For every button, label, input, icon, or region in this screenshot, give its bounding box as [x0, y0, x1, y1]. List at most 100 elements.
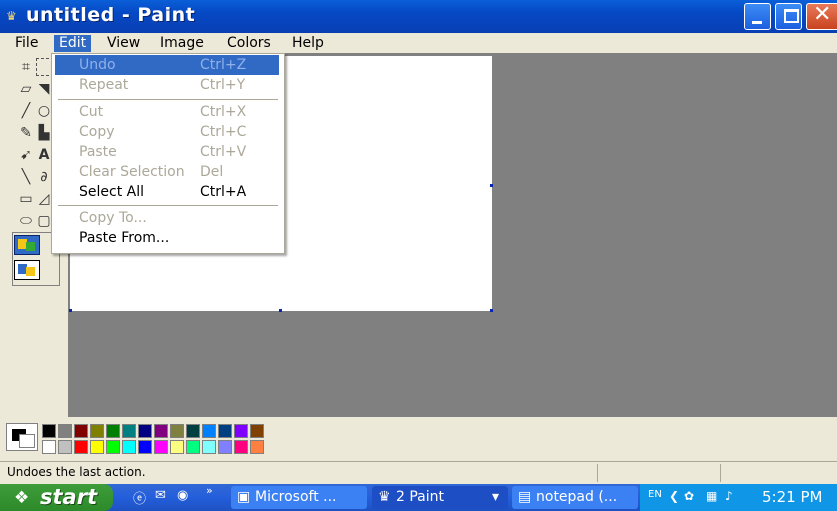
menu-view[interactable]: View [102, 35, 145, 52]
menu-item-copy-to[interactable]: Copy To... [55, 208, 279, 228]
color-swatch[interactable] [218, 424, 232, 438]
network-icon[interactable]: ✿ [684, 489, 694, 503]
close-button[interactable]: ✕ [806, 2, 837, 30]
clock[interactable]: 5:21 PM [762, 484, 822, 511]
polygon-icon[interactable]: ◿ [36, 190, 52, 208]
menu-item-shortcut: Ctrl+A [200, 184, 247, 200]
task-label: 2 Paint [396, 489, 445, 505]
outlook-express-icon[interactable]: ✉ [155, 488, 166, 503]
menu-item-label: Clear Selection [79, 164, 185, 180]
menu-help[interactable]: Help [287, 35, 329, 52]
eraser-icon[interactable]: ▱ [18, 80, 34, 98]
resize-handle-right[interactable] [490, 184, 493, 187]
color-swatch[interactable] [138, 424, 152, 438]
brush-icon[interactable]: ▙ [36, 124, 52, 142]
restore-icon [784, 9, 799, 23]
color-swatch[interactable] [234, 424, 248, 438]
minimize-button[interactable] [744, 3, 771, 30]
text-icon[interactable]: A [36, 146, 52, 164]
color-swatch[interactable] [122, 424, 136, 438]
curve-icon[interactable]: ∂ [36, 168, 52, 186]
line-icon[interactable]: ╲ [18, 168, 34, 186]
pick-color-icon[interactable]: ╱ [18, 102, 34, 120]
free-form-select-icon[interactable]: ⌗ [18, 58, 34, 76]
color-swatch[interactable] [250, 440, 264, 454]
ie-icon[interactable]: ⓔ [133, 488, 146, 507]
menu-item-paste-from[interactable]: Paste From... [55, 228, 279, 248]
color-swatch[interactable] [106, 440, 120, 454]
menu-separator [58, 99, 278, 100]
volume-icon[interactable]: ♪ [725, 489, 733, 503]
menu-item-label: Cut [79, 104, 104, 120]
menu-image[interactable]: Image [155, 35, 209, 52]
menu-colors[interactable]: Colors [222, 35, 276, 52]
color-swatch[interactable] [90, 424, 104, 438]
menu-item-copy[interactable]: Copy Ctrl+C [55, 122, 279, 142]
airbrush-icon[interactable]: ➹ [18, 146, 34, 164]
menu-item-shortcut: Ctrl+V [200, 144, 247, 160]
menu-item-shortcut: Ctrl+C [200, 124, 247, 140]
color-swatch[interactable] [74, 424, 88, 438]
task-notepad[interactable]: ▤ notepad (... [512, 486, 638, 509]
resize-handle-bottom-left [69, 309, 72, 312]
color-swatch[interactable] [170, 440, 184, 454]
pencil-icon[interactable]: ✎ [18, 124, 34, 142]
rectangle-icon[interactable]: ▭ [18, 190, 34, 208]
media-icon[interactable]: ◉ [177, 488, 188, 503]
shape-yellow2-icon [26, 267, 35, 276]
menu-item-paste[interactable]: Paste Ctrl+V [55, 142, 279, 162]
start-label: start [40, 485, 98, 509]
color-swatch[interactable] [234, 440, 248, 454]
menu-item-label: Undo [79, 57, 116, 73]
rounded-rectangle-icon[interactable]: ▢ [36, 212, 52, 230]
outlook-icon: ▣ [237, 489, 251, 505]
language-indicator[interactable]: EN [648, 489, 662, 500]
magnifier-icon[interactable]: ○ [36, 102, 52, 120]
color-swatch[interactable] [170, 424, 184, 438]
color-swatch[interactable] [186, 424, 200, 438]
restore-button[interactable] [775, 3, 802, 30]
color-swatch[interactable] [154, 424, 168, 438]
color-swatch[interactable] [250, 424, 264, 438]
menu-edit[interactable]: Edit [54, 35, 92, 52]
menu-item-cut[interactable]: Cut Ctrl+X [55, 102, 279, 122]
resize-handle-corner[interactable] [490, 309, 493, 312]
opaque-option-icon[interactable] [14, 235, 40, 255]
notepad-icon: ▤ [518, 489, 532, 505]
color-swatch[interactable] [218, 440, 232, 454]
color-swatch[interactable] [90, 440, 104, 454]
color-swatch[interactable] [202, 424, 216, 438]
ellipse-icon[interactable]: ⬭ [18, 212, 34, 230]
minimize-icon [752, 21, 762, 24]
color-swatch[interactable] [186, 440, 200, 454]
color-swatch[interactable] [138, 440, 152, 454]
color-swatch[interactable] [106, 424, 120, 438]
color-swatch[interactable] [58, 440, 72, 454]
color-swatch[interactable] [154, 440, 168, 454]
color-swatch[interactable] [42, 424, 56, 438]
menu-item-undo[interactable]: Undo Ctrl+Z [55, 55, 279, 75]
menu-item-shortcut: Del [200, 164, 224, 180]
color-swatch[interactable] [58, 424, 72, 438]
color-swatch[interactable] [74, 440, 88, 454]
task-label: notepad (... [536, 489, 618, 505]
menu-item-repeat[interactable]: Repeat Ctrl+Y [55, 75, 279, 95]
resize-handle-bottom[interactable] [279, 309, 282, 312]
task-paint[interactable]: ♛ 2 Paint ▾ [372, 486, 508, 509]
paint-app-icon[interactable]: ♛ [6, 9, 20, 23]
fill-icon[interactable]: ◥ [36, 80, 52, 98]
back-arrow-icon[interactable]: ❮ [669, 489, 679, 503]
menu-item-clear-selection[interactable]: Clear Selection Del [55, 162, 279, 182]
task-microsoft[interactable]: ▣ Microsoft ... [231, 486, 367, 509]
monitor-icon[interactable]: ▦ [706, 489, 717, 503]
palette-swatches [42, 424, 282, 456]
color-swatch[interactable] [42, 440, 56, 454]
color-swatch[interactable] [202, 440, 216, 454]
chevron-right-icon[interactable]: » [206, 484, 213, 497]
menu-item-shortcut: Ctrl+Y [200, 77, 246, 93]
menu-item-select-all[interactable]: Select All Ctrl+A [55, 182, 279, 202]
color-swatch[interactable] [122, 440, 136, 454]
menu-file[interactable]: File [10, 35, 43, 52]
transparent-option-icon[interactable] [14, 260, 40, 280]
menu-item-label: Repeat [79, 77, 129, 93]
